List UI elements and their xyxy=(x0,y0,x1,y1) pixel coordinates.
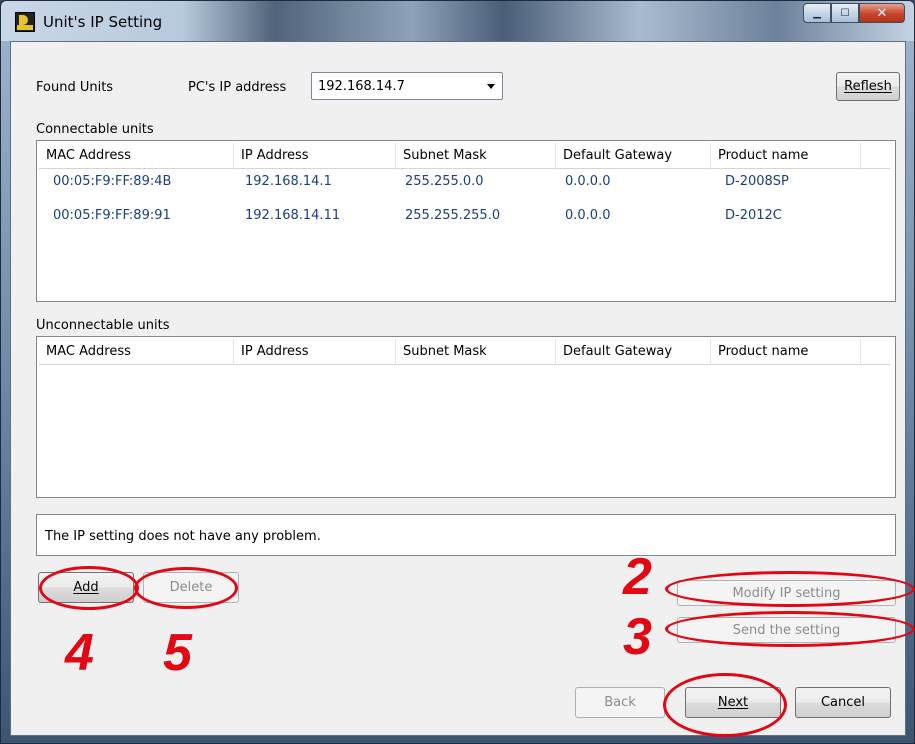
modify-ip-setting-button[interactable]: Modify IP setting xyxy=(677,580,896,606)
column-header-mac[interactable]: MAC Address xyxy=(39,143,234,169)
send-setting-button[interactable]: Send the setting xyxy=(677,617,896,643)
annotation-number-4: 4 xyxy=(65,624,94,682)
cell-gateway: 0.0.0.0 xyxy=(565,174,611,189)
dialog-client-area: Found Units PC's IP address 192.168.14.7… xyxy=(10,41,906,736)
cell-subnet: 255.255.0.0 xyxy=(405,174,484,189)
close-icon: ✕ xyxy=(876,5,888,21)
pc-ip-select[interactable]: 192.168.14.7 xyxy=(311,72,503,100)
maximize-button[interactable]: ☐ xyxy=(831,3,859,23)
minimize-button[interactable]: ▁ xyxy=(803,3,831,23)
connectable-units-label: Connectable units xyxy=(36,122,154,137)
cell-gateway: 0.0.0.0 xyxy=(565,208,611,223)
table-row[interactable]: 00:05:F9:FF:89:4B 192.168.14.1 255.255.0… xyxy=(39,171,890,193)
annotation-number-2: 2 xyxy=(623,548,652,606)
column-header-gateway[interactable]: Default Gateway xyxy=(556,143,711,169)
send-label: Send the setting xyxy=(732,622,841,638)
annotation-number-5: 5 xyxy=(163,624,192,682)
column-header-product[interactable]: Product name xyxy=(711,339,861,365)
column-header-gateway[interactable]: Default Gateway xyxy=(556,339,711,365)
cell-subnet: 255.255.255.0 xyxy=(405,208,501,223)
column-header-ip[interactable]: IP Address xyxy=(234,339,396,365)
cell-product: D-2012C xyxy=(725,208,782,223)
modify-label: Modify IP setting xyxy=(732,585,841,601)
cell-ip: 192.168.14.1 xyxy=(245,174,332,189)
next-button[interactable]: Next xyxy=(685,687,781,718)
status-message-box: The IP setting does not have any problem… xyxy=(36,514,896,556)
app-icon xyxy=(15,12,35,32)
refresh-button[interactable]: Reflesh xyxy=(836,72,900,101)
cell-product: D-2008SP xyxy=(725,174,789,189)
back-label: Back xyxy=(604,695,636,710)
add-button[interactable]: Add xyxy=(38,572,134,603)
list-header: MAC Address IP Address Subnet Mask Defau… xyxy=(39,143,890,169)
dialog-window: Unit's IP Setting ▁ ☐ ✕ Found Units PC's… xyxy=(0,0,915,744)
window-controls: ▁ ☐ ✕ xyxy=(803,3,905,23)
annotation-number-3: 3 xyxy=(623,608,652,666)
cell-mac: 00:05:F9:FF:89:91 xyxy=(53,208,171,223)
chevron-down-icon xyxy=(487,84,495,89)
column-header-ip[interactable]: IP Address xyxy=(234,143,396,169)
pc-ip-label: PC's IP address xyxy=(188,80,287,95)
back-button[interactable]: Back xyxy=(575,687,665,718)
delete-label: Delete xyxy=(169,580,213,595)
connectable-units-list[interactable]: MAC Address IP Address Subnet Mask Defau… xyxy=(36,140,896,302)
status-message: The IP setting does not have any problem… xyxy=(45,529,321,544)
title-bar[interactable]: Unit's IP Setting ▁ ☐ ✕ xyxy=(1,1,914,41)
cancel-button[interactable]: Cancel xyxy=(795,687,891,718)
column-header-mac[interactable]: MAC Address xyxy=(39,339,234,365)
refresh-label: Reflesh xyxy=(844,79,892,94)
pc-ip-value: 192.168.14.7 xyxy=(318,79,405,94)
next-label: Next xyxy=(717,695,749,710)
column-header-subnet[interactable]: Subnet Mask xyxy=(396,339,556,365)
cell-mac: 00:05:F9:FF:89:4B xyxy=(53,174,172,189)
unconnectable-units-list[interactable]: MAC Address IP Address Subnet Mask Defau… xyxy=(36,336,896,498)
unconnectable-units-label: Unconnectable units xyxy=(36,318,170,333)
found-units-label: Found Units xyxy=(36,80,114,95)
cancel-label: Cancel xyxy=(820,695,866,710)
maximize-icon: ☐ xyxy=(840,7,850,19)
cell-ip: 192.168.14.11 xyxy=(245,208,341,223)
delete-button[interactable]: Delete xyxy=(143,572,239,603)
column-header-product[interactable]: Product name xyxy=(711,143,861,169)
window-title: Unit's IP Setting xyxy=(43,13,163,31)
minimize-icon: ▁ xyxy=(813,7,821,19)
column-header-subnet[interactable]: Subnet Mask xyxy=(396,143,556,169)
table-row[interactable]: 00:05:F9:FF:89:91 192.168.14.11 255.255.… xyxy=(39,205,890,227)
close-button[interactable]: ✕ xyxy=(859,3,905,23)
add-label: Add xyxy=(73,580,99,595)
list-header: MAC Address IP Address Subnet Mask Defau… xyxy=(39,339,890,365)
